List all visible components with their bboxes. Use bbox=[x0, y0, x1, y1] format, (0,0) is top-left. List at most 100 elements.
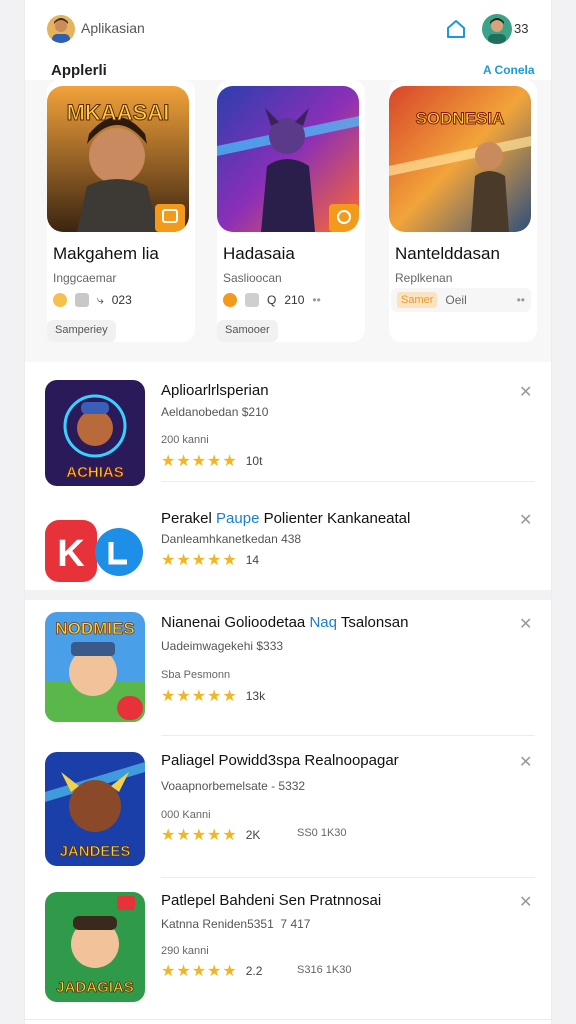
close-icon[interactable]: ✕ bbox=[519, 510, 532, 530]
search-icon: Q bbox=[267, 293, 277, 307]
section-title: Applerli bbox=[51, 62, 107, 79]
list-item[interactable]: JADAGIAS Patlepel Bahdeni Sen Pratnnosai… bbox=[25, 878, 551, 1024]
featured-carousel: MKAASAI Makgahem lia Inggcaemar ⤷ 023 Sa… bbox=[25, 80, 551, 362]
list-title: Aplioarlrlsperian bbox=[161, 382, 269, 399]
list-meta: 200 kanni bbox=[161, 434, 209, 446]
list-title: Nianenai Golioodetaa Naq Tsalonsan bbox=[161, 614, 408, 631]
card-stats: Samer Oeil •• bbox=[391, 288, 531, 312]
list-title-highlight: Paupe bbox=[216, 510, 260, 527]
box-icon bbox=[245, 293, 259, 307]
divider bbox=[161, 481, 535, 482]
divider bbox=[25, 1019, 551, 1020]
rating: ★★★★★ 2.2 bbox=[161, 961, 262, 981]
rating-value: 2K bbox=[245, 828, 261, 842]
card-art-title: SODNESIA bbox=[416, 109, 505, 128]
card-title: Makgahem lia bbox=[53, 244, 159, 263]
icon-art-title: NODMIES bbox=[55, 619, 134, 638]
list-title-highlight: Naq bbox=[309, 614, 337, 631]
card-chip[interactable]: Samperiey bbox=[47, 320, 116, 342]
list-title-tail: Tsalonsan bbox=[336, 614, 409, 631]
rating-value: 10t bbox=[245, 454, 263, 468]
card-stat: 023 bbox=[111, 293, 132, 307]
card-stat-badge: Samer bbox=[397, 292, 438, 308]
rating: ★★★★★ 14 bbox=[161, 550, 259, 570]
list-subtitle: Aeldanobedan $210 bbox=[161, 405, 269, 419]
top-bar: Aplikasian 33 bbox=[25, 0, 551, 56]
list-extra: S316 1K30 bbox=[297, 964, 352, 976]
share-icon: ⤷ bbox=[97, 292, 104, 307]
list-title: Paliagel Powidd3spa Realnoopagar bbox=[161, 752, 399, 769]
list-item[interactable]: JANDEES Paliagel Powidd3spa Realnoopagar… bbox=[25, 738, 551, 878]
close-icon[interactable]: ✕ bbox=[519, 382, 532, 402]
list-subtitle: Voaapnorbemelsate - 5332 bbox=[161, 779, 306, 793]
featured-card[interactable]: Hadasaia Saslioocan Q 210 •• Samooer bbox=[217, 80, 365, 342]
card-subtitle: Inggcaemar bbox=[53, 271, 117, 285]
list-title: Perakel Paupe Polienter Kankaneatal bbox=[161, 510, 410, 527]
list-title-text: Patlepel Bahdeni Sen Pratnnosai bbox=[161, 892, 382, 909]
card-stat: Oeil bbox=[445, 293, 467, 307]
star-rating: ★★★★★ bbox=[161, 552, 238, 569]
see-all-link[interactable]: A Conela bbox=[483, 63, 535, 77]
card-stat: 210 bbox=[284, 293, 305, 307]
icon-art-title: ACHIAS bbox=[66, 464, 124, 481]
app-icon: JADAGIAS bbox=[45, 892, 145, 1002]
featured-card[interactable]: SODNESIA Nantelddasan Replkenan Samer Oe… bbox=[389, 80, 537, 342]
profile-avatar[interactable] bbox=[47, 15, 75, 43]
list-meta: 290 kanni bbox=[161, 945, 209, 957]
list-title: Patlepel Bahdeni Sen Pratnnosai bbox=[161, 892, 381, 909]
card-subtitle: Saslioocan bbox=[223, 271, 282, 285]
list-subtitle: Danleamhkanetkedan 438 bbox=[161, 532, 302, 546]
section-divider bbox=[25, 590, 551, 600]
rating-value: 2.2 bbox=[245, 964, 263, 978]
list-meta: 000 Kanni bbox=[161, 809, 211, 821]
rating: ★★★★★ 2K bbox=[161, 825, 260, 845]
star-rating: ★★★★★ bbox=[161, 963, 238, 980]
list-title-text: Perakel bbox=[161, 510, 217, 527]
star-rating: ★★★★★ bbox=[161, 453, 238, 470]
close-icon[interactable]: ✕ bbox=[519, 892, 532, 912]
user-avatar[interactable] bbox=[482, 14, 512, 44]
list-extra: SS0 1K30 bbox=[297, 827, 347, 839]
featured-card[interactable]: MKAASAI Makgahem lia Inggcaemar ⤷ 023 Sa… bbox=[47, 80, 195, 342]
card-stats: Q 210 •• bbox=[223, 292, 321, 308]
list-subtitle: Uadeimwagekehi $333 bbox=[161, 639, 284, 653]
rating-value: 13k bbox=[245, 689, 266, 703]
star-rating: ★★★★★ bbox=[161, 688, 238, 705]
divider bbox=[161, 735, 535, 736]
list-subtitle: Katnna Reniden5351 7 417 bbox=[161, 917, 311, 931]
list-meta: Sba Pesmonn bbox=[161, 669, 231, 681]
notification-count: 33 bbox=[514, 21, 529, 36]
list-item[interactable]: K Perakel Paupe Polienter Kankaneatal Da… bbox=[25, 498, 551, 590]
close-icon[interactable]: ✕ bbox=[519, 614, 532, 634]
list-title-tail: Polienter Kankaneatal bbox=[259, 510, 411, 527]
rating: ★★★★★ 13k bbox=[161, 686, 265, 706]
card-title: Nantelddasan bbox=[395, 244, 500, 263]
coin-icon bbox=[53, 293, 67, 307]
home-icon[interactable] bbox=[445, 18, 467, 40]
list-title-text: Paliagel Powidd3spa Realnoopagar bbox=[161, 752, 399, 769]
icon-art-title: JADAGIAS bbox=[56, 979, 134, 996]
card-stats: ⤷ 023 bbox=[53, 292, 132, 308]
app-icon: K bbox=[45, 508, 145, 588]
card-art-title: MKAASAI bbox=[67, 100, 170, 125]
rating-value: 14 bbox=[245, 553, 260, 567]
heart-icon bbox=[223, 293, 237, 307]
list-title-text: Nianenai Golioodetaa bbox=[161, 614, 310, 631]
list-title-text: Aplioarlrlsperian bbox=[161, 382, 269, 399]
icon-art-title: JANDEES bbox=[60, 843, 131, 860]
close-icon[interactable]: ✕ bbox=[519, 752, 532, 772]
list-item[interactable]: ACHIAS Aplioarlrlsperian Aeldanobedan $2… bbox=[25, 372, 551, 486]
app-icon: NODMIES bbox=[45, 612, 145, 722]
svg-text:K: K bbox=[57, 533, 85, 575]
more-icon[interactable]: •• bbox=[517, 293, 525, 307]
box-icon bbox=[75, 293, 89, 307]
card-subtitle: Replkenan bbox=[395, 271, 453, 285]
app-name: Aplikasian bbox=[81, 20, 145, 36]
app-icon: ACHIAS bbox=[45, 380, 145, 486]
list-item[interactable]: NODMIES Nianenai Golioodetaa Naq Tsalons… bbox=[25, 600, 551, 736]
card-chip[interactable]: Samooer bbox=[217, 320, 278, 342]
card-image bbox=[217, 86, 359, 232]
star-rating: ★★★★★ bbox=[161, 827, 238, 844]
more-icon[interactable]: •• bbox=[312, 293, 320, 307]
app-icon: JANDEES bbox=[45, 752, 145, 866]
